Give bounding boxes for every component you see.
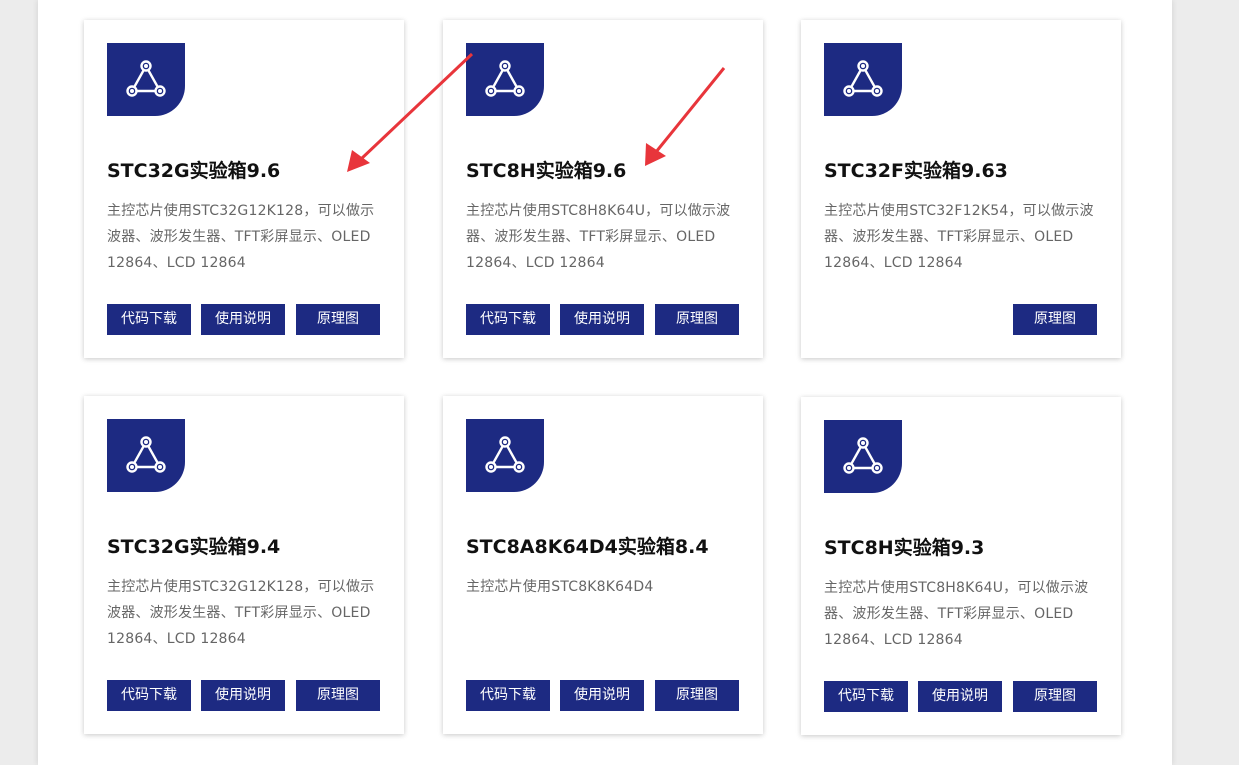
schematic-button[interactable]: 原理图 (1013, 681, 1097, 712)
share-network-icon (107, 419, 185, 492)
share-network-icon (466, 419, 544, 492)
product-card: STC32G实验箱9.6 主控芯片使用STC32G12K128，可以做示波器、波… (84, 20, 404, 358)
share-network-icon (824, 420, 902, 493)
card-title: STC32G实验箱9.6 (107, 160, 281, 182)
user-manual-button[interactable]: 使用说明 (560, 680, 644, 711)
card-description: 主控芯片使用STC8H8K64U，可以做示波器、波形发生器、TFT彩屏显示、OL… (466, 203, 731, 271)
card-description: 主控芯片使用STC8H8K64U，可以做示波器、波形发生器、TFT彩屏显示、OL… (824, 580, 1089, 648)
code-download-button[interactable]: 代码下载 (466, 680, 550, 711)
schematic-button[interactable]: 原理图 (655, 304, 739, 335)
card-description: 主控芯片使用STC32F12K54，可以做示波器、波形发生器、TFT彩屏显示、O… (824, 203, 1094, 271)
product-card: STC8H实验箱9.3 主控芯片使用STC8H8K64U，可以做示波器、波形发生… (801, 397, 1121, 735)
share-network-icon (107, 43, 185, 116)
share-network-icon (824, 43, 902, 116)
code-download-button[interactable]: 代码下载 (107, 304, 191, 335)
card-title: STC32F实验箱9.63 (824, 160, 1008, 182)
code-download-button[interactable]: 代码下载 (824, 681, 908, 712)
card-actions: 代码下载 使用说明 原理图 (466, 680, 740, 711)
page-content: STC32G实验箱9.6 主控芯片使用STC32G12K128，可以做示波器、波… (38, 0, 1172, 765)
card-title: STC32G实验箱9.4 (107, 536, 281, 558)
card-description: 主控芯片使用STC32G12K128，可以做示波器、波形发生器、TFT彩屏显示、… (107, 203, 375, 271)
share-network-icon (466, 43, 544, 116)
code-download-button[interactable]: 代码下载 (107, 680, 191, 711)
card-actions: 代码下载 使用说明 原理图 (107, 304, 381, 335)
schematic-button[interactable]: 原理图 (296, 680, 380, 711)
card-actions: 代码下载 使用说明 原理图 (466, 304, 740, 335)
product-card: STC8A8K64D4实验箱8.4 主控芯片使用STC8K8K64D4 代码下载… (443, 396, 763, 734)
code-download-button[interactable]: 代码下载 (466, 304, 550, 335)
product-card: STC32F实验箱9.63 主控芯片使用STC32F12K54，可以做示波器、波… (801, 20, 1121, 358)
card-actions: 原理图 (824, 304, 1098, 335)
schematic-button[interactable]: 原理图 (1013, 304, 1097, 335)
card-actions: 代码下载 使用说明 原理图 (824, 681, 1098, 712)
user-manual-button[interactable]: 使用说明 (918, 681, 1002, 712)
card-description: 主控芯片使用STC8K8K64D4 (466, 579, 654, 595)
card-title: STC8H实验箱9.3 (824, 537, 985, 559)
schematic-button[interactable]: 原理图 (296, 304, 380, 335)
card-title: STC8A8K64D4实验箱8.4 (466, 536, 709, 558)
product-card: STC32G实验箱9.4 主控芯片使用STC32G12K128，可以做示波器、波… (84, 396, 404, 734)
card-description: 主控芯片使用STC32G12K128，可以做示波器、波形发生器、TFT彩屏显示、… (107, 579, 375, 647)
card-actions: 代码下载 使用说明 原理图 (107, 680, 381, 711)
card-title: STC8H实验箱9.6 (466, 160, 627, 182)
schematic-button[interactable]: 原理图 (655, 680, 739, 711)
user-manual-button[interactable]: 使用说明 (201, 304, 285, 335)
product-card: STC8H实验箱9.6 主控芯片使用STC8H8K64U，可以做示波器、波形发生… (443, 20, 763, 358)
user-manual-button[interactable]: 使用说明 (201, 680, 285, 711)
user-manual-button[interactable]: 使用说明 (560, 304, 644, 335)
